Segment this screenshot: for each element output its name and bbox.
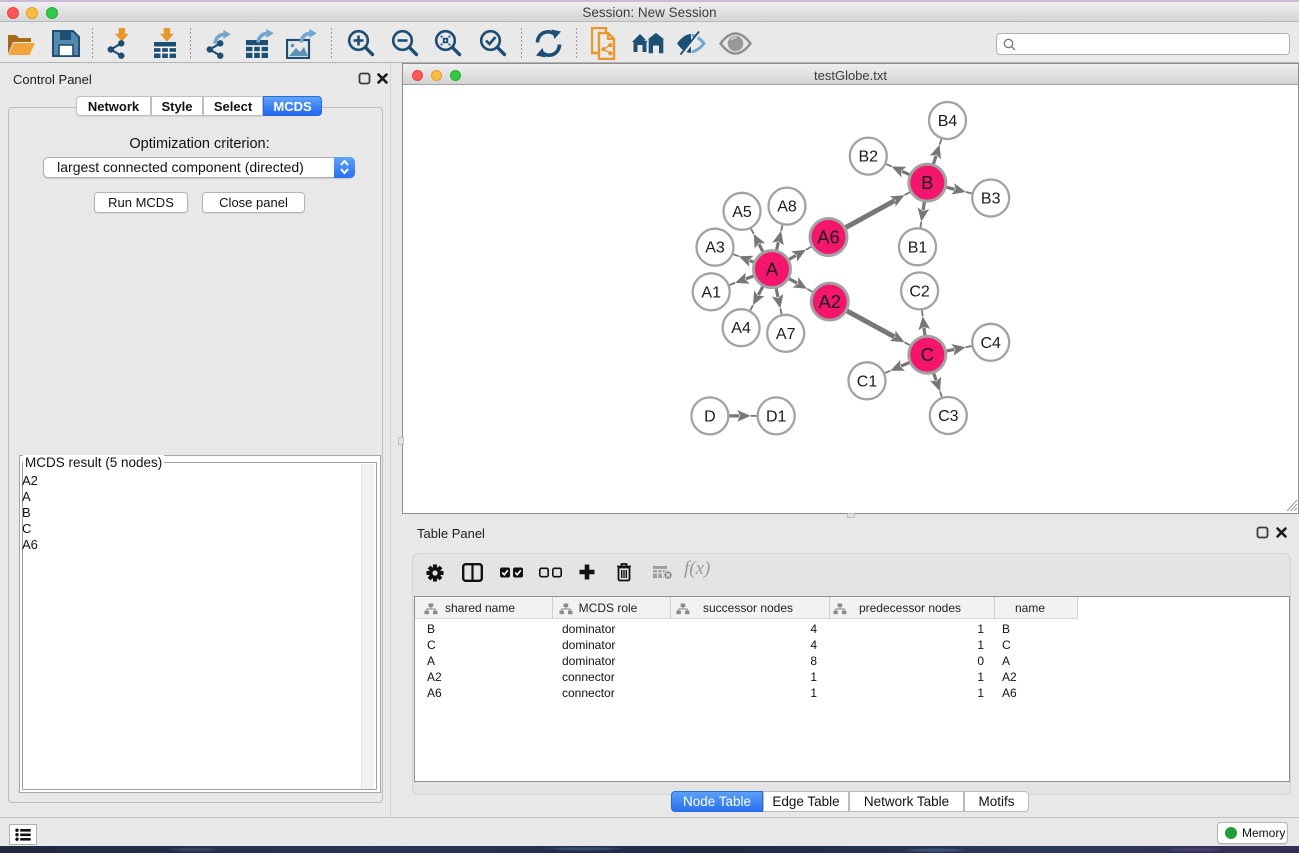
svg-text:C3: C3 xyxy=(938,408,959,425)
svg-text:A8: A8 xyxy=(777,199,797,216)
svg-text:A3: A3 xyxy=(705,240,725,257)
svg-text:A: A xyxy=(766,259,779,280)
svg-text:C4: C4 xyxy=(980,335,1001,352)
svg-text:C2: C2 xyxy=(909,283,930,300)
svg-text:A5: A5 xyxy=(732,204,752,221)
svg-text:C1: C1 xyxy=(857,373,878,390)
svg-text:A7: A7 xyxy=(776,326,796,343)
svg-text:B4: B4 xyxy=(938,113,958,130)
svg-text:B: B xyxy=(921,172,933,193)
svg-text:D1: D1 xyxy=(766,408,787,425)
svg-text:B1: B1 xyxy=(908,239,928,256)
svg-text:A4: A4 xyxy=(731,320,751,337)
svg-text:C: C xyxy=(921,344,934,365)
svg-text:A6: A6 xyxy=(817,227,840,248)
svg-text:D: D xyxy=(704,408,716,425)
svg-text:B3: B3 xyxy=(981,191,1001,208)
svg-text:A2: A2 xyxy=(818,291,841,312)
svg-text:A1: A1 xyxy=(701,284,721,301)
svg-text:B2: B2 xyxy=(859,149,879,166)
